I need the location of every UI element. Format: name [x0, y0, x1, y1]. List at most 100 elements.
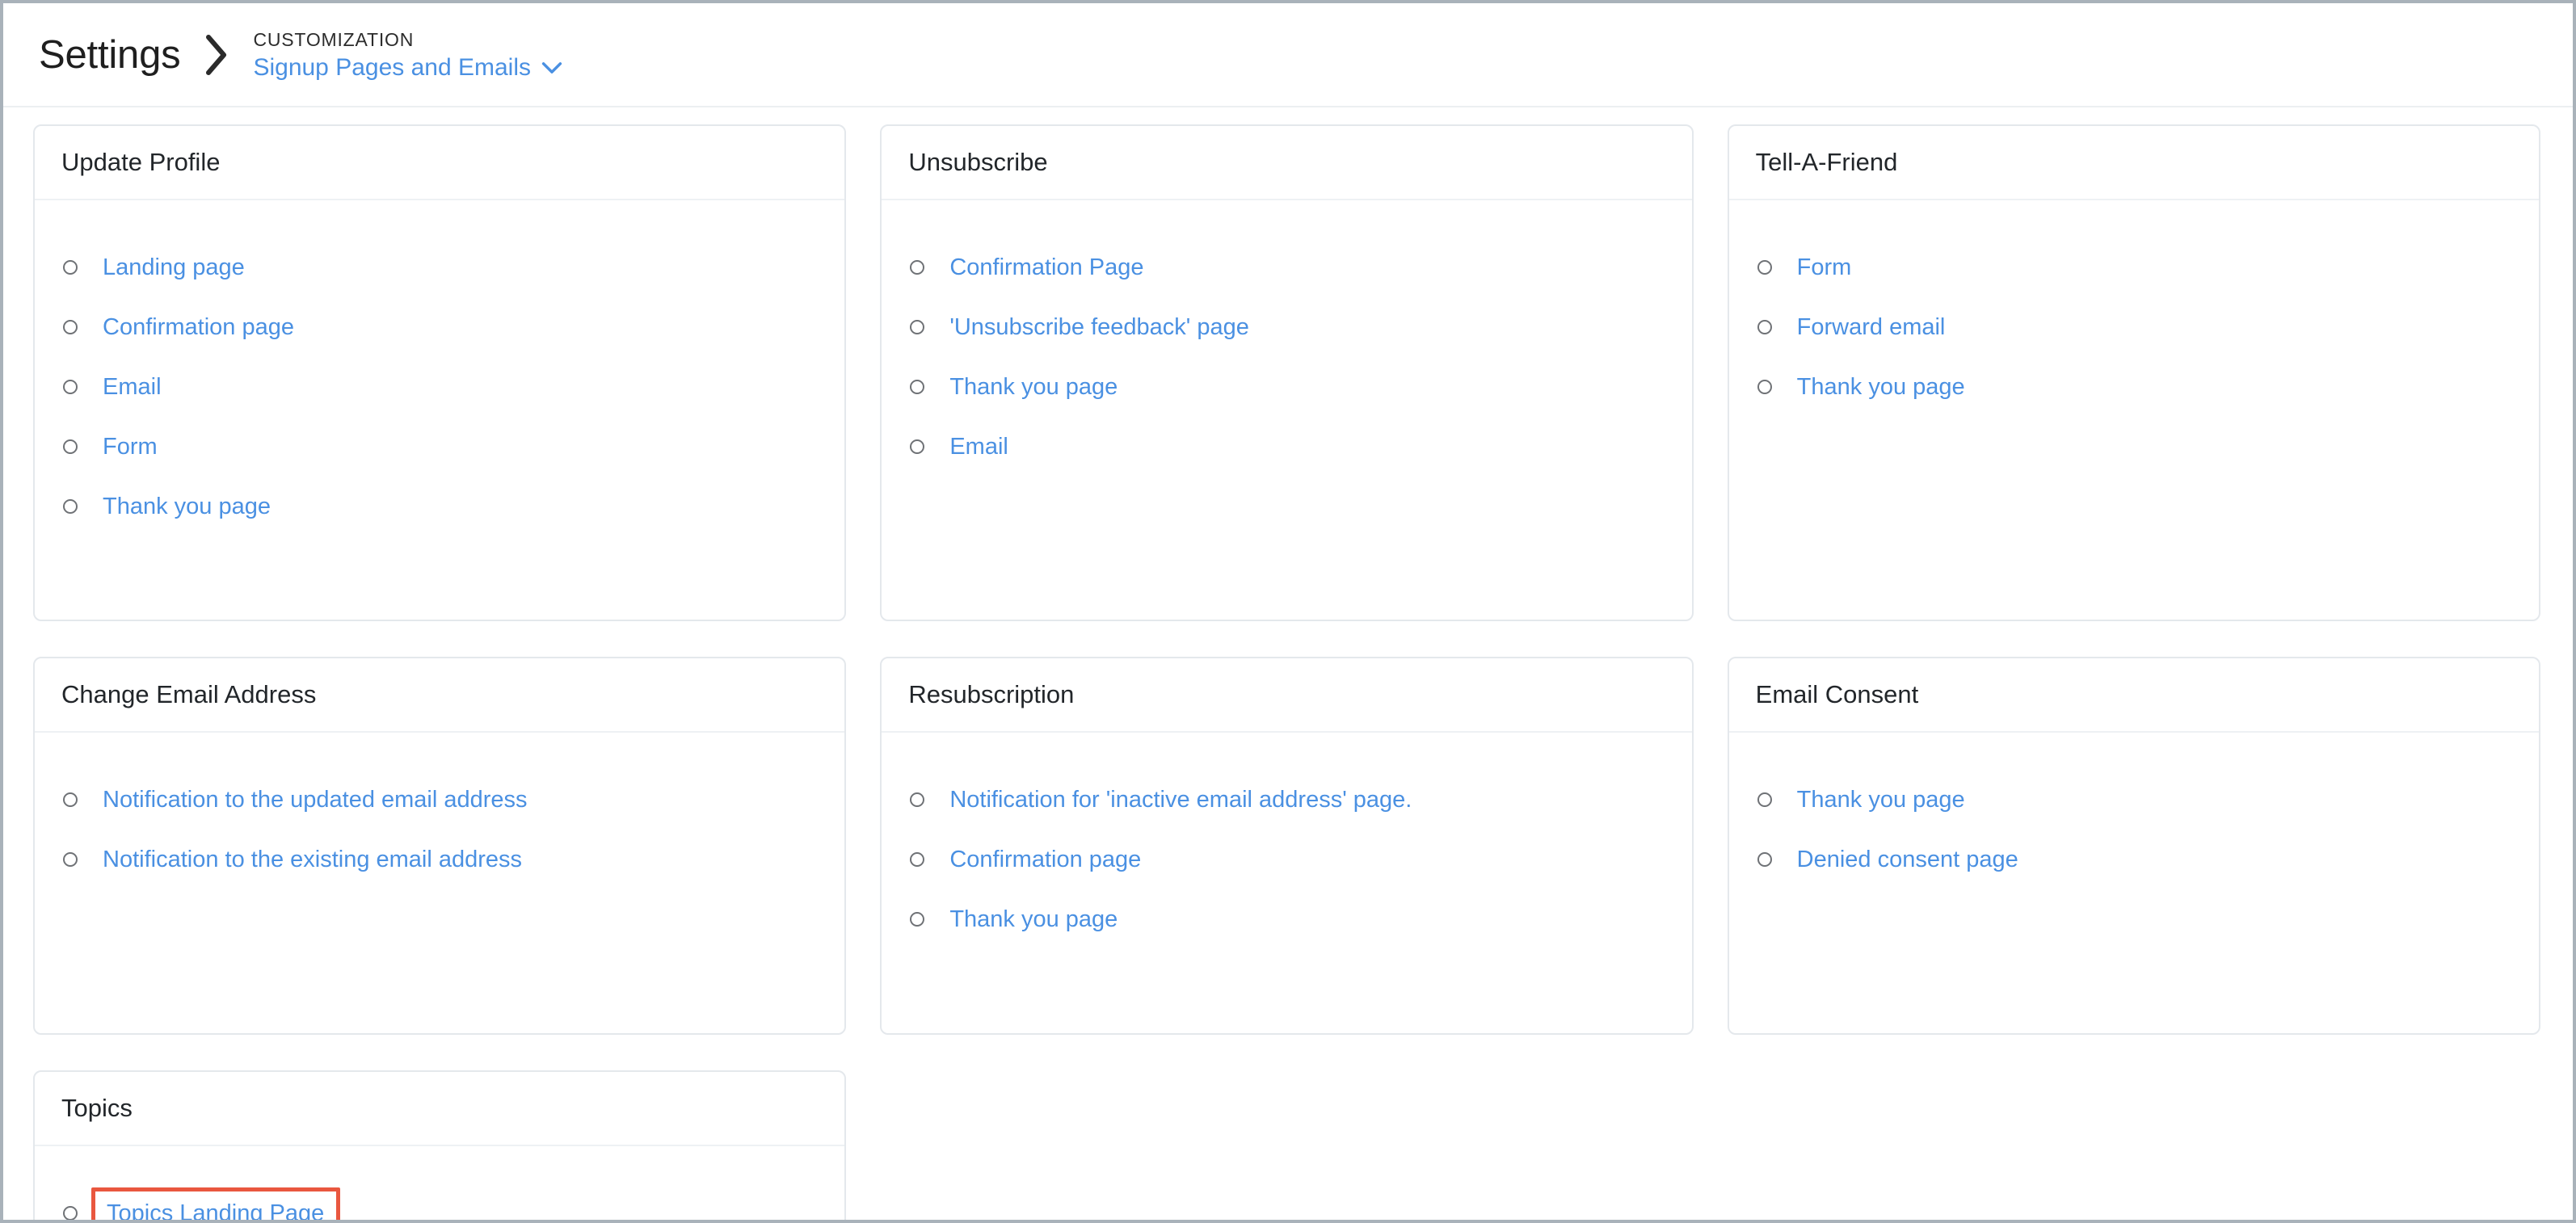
- breadcrumb-dropdown[interactable]: Signup Pages and Emails: [253, 54, 562, 82]
- option-item[interactable]: Form: [1753, 237, 2515, 297]
- option-list: Topics Landing Page Topics Thanks Page: [59, 1183, 820, 1220]
- card-change-email-address: Change Email Address Notification to the…: [33, 657, 847, 1035]
- breadcrumb-root-settings[interactable]: Settings: [39, 32, 181, 78]
- option-label[interactable]: Email: [103, 375, 162, 399]
- card-topics: Topics Topics Landing Page Topics Thanks…: [33, 1070, 847, 1220]
- app-window: Settings CUSTOMIZATION Signup Pages and …: [0, 0, 2576, 1223]
- card-email-consent: Email Consent Thank you page Denied cons…: [1727, 657, 2540, 1035]
- option-item[interactable]: Confirmation Page: [906, 237, 1667, 297]
- option-label[interactable]: Forward email: [1797, 315, 1946, 339]
- option-label[interactable]: Thank you page: [949, 375, 1118, 399]
- radio-icon[interactable]: [910, 320, 925, 334]
- option-label[interactable]: Confirmation page: [103, 315, 294, 339]
- option-label[interactable]: Topics Landing Page: [91, 1187, 341, 1220]
- option-item[interactable]: Thank you page: [906, 357, 1667, 417]
- option-label[interactable]: Confirmation page: [949, 847, 1141, 872]
- card-header: Change Email Address: [35, 658, 845, 733]
- card-body: Thank you page Denied consent page: [1729, 733, 2539, 1033]
- card-title: Topics: [61, 1094, 133, 1122]
- option-item[interactable]: Confirmation page: [59, 297, 820, 357]
- radio-icon[interactable]: [910, 852, 925, 867]
- option-item[interactable]: Denied consent page: [1753, 830, 2515, 889]
- option-label[interactable]: Thank you page: [1797, 375, 1965, 399]
- chevron-down-icon[interactable]: [541, 57, 562, 78]
- radio-icon[interactable]: [910, 380, 925, 394]
- page-header: Settings CUSTOMIZATION Signup Pages and …: [3, 3, 2573, 107]
- card-title: Change Email Address: [61, 680, 317, 708]
- option-label[interactable]: Thank you page: [949, 907, 1118, 931]
- option-list: Notification for 'inactive email address…: [906, 770, 1667, 949]
- card-header: Update Profile: [35, 126, 845, 200]
- radio-icon[interactable]: [63, 499, 78, 514]
- option-label[interactable]: Email: [949, 435, 1008, 459]
- option-item[interactable]: Landing page: [59, 237, 820, 297]
- option-label[interactable]: Notification for 'inactive email address…: [949, 788, 1412, 812]
- radio-icon[interactable]: [63, 320, 78, 334]
- radio-icon[interactable]: [1757, 260, 1772, 275]
- radio-icon[interactable]: [910, 439, 925, 454]
- option-item[interactable]: Notification for 'inactive email address…: [906, 770, 1667, 830]
- option-item[interactable]: Forward email: [1753, 297, 2515, 357]
- option-item[interactable]: Email: [906, 417, 1667, 477]
- card-title: Tell-A-Friend: [1755, 148, 1898, 176]
- card-title: Email Consent: [1755, 680, 1919, 708]
- option-list: Form Forward email Thank you page: [1753, 237, 2515, 417]
- card-title: Update Profile: [61, 148, 221, 176]
- radio-icon[interactable]: [1757, 792, 1772, 807]
- option-list: Landing page Confirmation page Email For…: [59, 237, 820, 536]
- option-item[interactable]: Form: [59, 417, 820, 477]
- option-label[interactable]: 'Unsubscribe feedback' page: [949, 315, 1249, 339]
- card-unsubscribe: Unsubscribe Confirmation Page 'Unsubscri…: [880, 124, 1694, 621]
- option-label[interactable]: Notification to the existing email addre…: [103, 847, 522, 872]
- breadcrumb-current-label[interactable]: Signup Pages and Emails: [253, 54, 531, 82]
- option-item[interactable]: Thank you page: [1753, 770, 2515, 830]
- card-body: Topics Landing Page Topics Thanks Page: [35, 1146, 844, 1220]
- option-label[interactable]: Confirmation Page: [949, 255, 1143, 279]
- card-body: Notification for 'inactive email address…: [882, 733, 1691, 1033]
- radio-icon[interactable]: [63, 1206, 78, 1220]
- card-title: Unsubscribe: [908, 148, 1048, 176]
- card-body: Landing page Confirmation page Email For…: [35, 200, 844, 620]
- option-label[interactable]: Thank you page: [1797, 788, 1965, 812]
- radio-icon[interactable]: [910, 912, 925, 927]
- card-header: Tell-A-Friend: [1728, 126, 2539, 200]
- breadcrumb-current: CUSTOMIZATION Signup Pages and Emails: [253, 27, 562, 82]
- radio-icon[interactable]: [63, 439, 78, 454]
- breadcrumb: Settings CUSTOMIZATION Signup Pages and …: [39, 27, 562, 82]
- radio-icon[interactable]: [63, 852, 78, 867]
- radio-icon[interactable]: [63, 380, 78, 394]
- option-item[interactable]: Email: [59, 357, 820, 417]
- card-header: Email Consent: [1728, 658, 2539, 733]
- option-item[interactable]: Thank you page: [906, 889, 1667, 949]
- option-item[interactable]: Thank you page: [59, 477, 820, 536]
- radio-icon[interactable]: [1757, 380, 1772, 394]
- card-title: Resubscription: [908, 680, 1075, 708]
- card-header: Unsubscribe: [882, 126, 1692, 200]
- option-label[interactable]: Notification to the updated email addres…: [103, 788, 528, 812]
- option-list: Confirmation Page 'Unsubscribe feedback'…: [906, 237, 1667, 477]
- option-item[interactable]: Confirmation page: [906, 830, 1667, 889]
- card-update-profile: Update Profile Landing page Confirmation…: [33, 124, 847, 621]
- option-item[interactable]: Notification to the existing email addre…: [59, 830, 820, 889]
- option-label[interactable]: Form: [1797, 255, 1852, 279]
- radio-icon[interactable]: [1757, 320, 1772, 334]
- option-item[interactable]: Notification to the updated email addres…: [59, 770, 820, 830]
- option-label[interactable]: Thank you page: [103, 494, 271, 519]
- option-label[interactable]: Landing page: [103, 255, 245, 279]
- radio-icon[interactable]: [1757, 852, 1772, 867]
- radio-icon[interactable]: [910, 792, 925, 807]
- breadcrumb-eyebrow-label: CUSTOMIZATION: [253, 28, 415, 50]
- card-resubscription: Resubscription Notification for 'inactiv…: [880, 657, 1694, 1035]
- option-label[interactable]: Form: [103, 435, 158, 459]
- card-header: Resubscription: [882, 658, 1692, 733]
- radio-icon[interactable]: [910, 260, 925, 275]
- option-label[interactable]: Denied consent page: [1797, 847, 2018, 872]
- card-body: Form Forward email Thank you page: [1729, 200, 2539, 620]
- option-item[interactable]: Thank you page: [1753, 357, 2515, 417]
- radio-icon[interactable]: [63, 260, 78, 275]
- option-item[interactable]: 'Unsubscribe feedback' page: [906, 297, 1667, 357]
- option-item-topics-landing-page[interactable]: Topics Landing Page: [59, 1183, 820, 1220]
- card-body: Notification to the updated email addres…: [35, 733, 844, 1033]
- radio-icon[interactable]: [63, 792, 78, 807]
- option-list: Notification to the updated email addres…: [59, 770, 820, 889]
